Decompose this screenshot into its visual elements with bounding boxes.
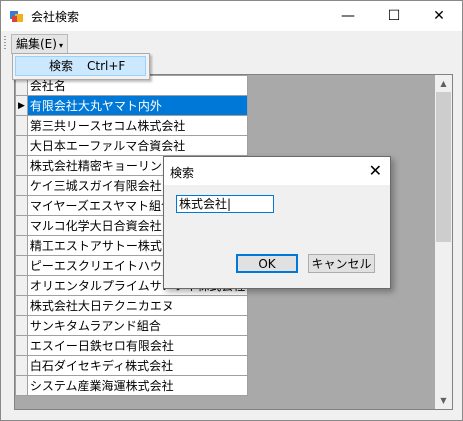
company-cell[interactable]: 白石ダイセキディ株式会社 [26, 355, 249, 376]
table-row[interactable]: 第三共リースセコム株式会社 [15, 115, 249, 136]
menu-item-search-label: 検索 [49, 59, 74, 73]
table-row[interactable]: ▶ 有限会社大丸ヤマト内外 [15, 95, 249, 116]
scroll-up-icon[interactable]: ▲ [435, 75, 452, 92]
scroll-down-icon[interactable]: ▼ [435, 392, 452, 409]
maximize-button[interactable]: ☐ [371, 1, 417, 31]
title-bar[interactable]: 会社検索 — ☐ ✕ [1, 1, 462, 31]
dialog-close-button[interactable]: ✕ [369, 161, 382, 180]
company-cell[interactable]: システム産業海運株式会社 [26, 375, 249, 396]
row-header[interactable] [15, 335, 28, 356]
search-input[interactable]: 株式会社| [176, 195, 274, 213]
chevron-down-icon: ▾ [58, 41, 63, 50]
dialog-title-bar[interactable]: 検索 ✕ [164, 157, 390, 185]
row-header[interactable] [15, 215, 28, 236]
ok-button[interactable]: OK [236, 254, 298, 273]
row-header[interactable] [15, 255, 28, 276]
edit-menu[interactable]: 編集(E) ▾ [11, 34, 68, 54]
main-window: 会社検索 — ☐ ✕ 編集(E) ▾ 会社名 ▶ 有限会社大丸ヤマト内外 第三共リ… [0, 0, 463, 421]
row-header[interactable] [15, 115, 28, 136]
company-cell[interactable]: 第三共リースセコム株式会社 [26, 115, 249, 136]
toolbar-grip-icon[interactable] [4, 36, 6, 50]
table-row[interactable]: エスイー日鉄セロ有限会社 [15, 335, 249, 356]
menu-bar [1, 31, 462, 55]
close-button[interactable]: ✕ [416, 1, 462, 31]
company-cell[interactable]: エスイー日鉄セロ有限会社 [26, 335, 249, 356]
row-header[interactable] [15, 195, 28, 216]
vertical-scrollbar[interactable]: ▲ ▼ [435, 75, 452, 409]
window-title: 会社検索 [31, 10, 80, 24]
menu-item-search-shortcut: Ctrl+F [87, 59, 126, 73]
row-header[interactable] [15, 355, 28, 376]
company-cell[interactable]: 株式会社大日テクニカエヌ [26, 295, 249, 316]
row-indicator-icon[interactable]: ▶ [15, 95, 28, 116]
cancel-button[interactable]: キャンセル [308, 254, 375, 273]
table-row[interactable]: 株式会社大日テクニカエヌ [15, 295, 249, 316]
row-header[interactable] [15, 235, 28, 256]
table-row[interactable]: 大日本エーファルマ合資会社 [15, 135, 249, 156]
edit-menu-label: 編集(E) [16, 37, 57, 51]
minimize-button[interactable]: — [325, 1, 371, 31]
row-header[interactable] [15, 275, 28, 296]
company-cell[interactable]: サンキタムラアンド組合 [26, 315, 249, 336]
row-header[interactable] [15, 135, 28, 156]
edit-dropdown-menu: 検索 Ctrl+F [12, 53, 150, 80]
table-row[interactable]: サンキタムラアンド組合 [15, 315, 249, 336]
search-dialog: 検索 ✕ 株式会社| OK キャンセル [163, 156, 391, 289]
row-header[interactable] [15, 375, 28, 396]
scrollbar-thumb[interactable] [436, 92, 451, 242]
table-row[interactable]: 白石ダイセキディ株式会社 [15, 355, 249, 376]
row-header[interactable] [15, 175, 28, 196]
row-header[interactable] [15, 155, 28, 176]
table-row[interactable]: システム産業海運株式会社 [15, 375, 249, 396]
dialog-title: 検索 [170, 166, 195, 180]
app-icon [10, 11, 23, 22]
company-cell[interactable]: 有限会社大丸ヤマト内外 [26, 95, 249, 116]
row-header[interactable] [15, 315, 28, 336]
menu-item-search[interactable]: 検索 Ctrl+F [15, 56, 146, 76]
company-cell[interactable]: 大日本エーファルマ合資会社 [26, 135, 249, 156]
row-header[interactable] [15, 295, 28, 316]
